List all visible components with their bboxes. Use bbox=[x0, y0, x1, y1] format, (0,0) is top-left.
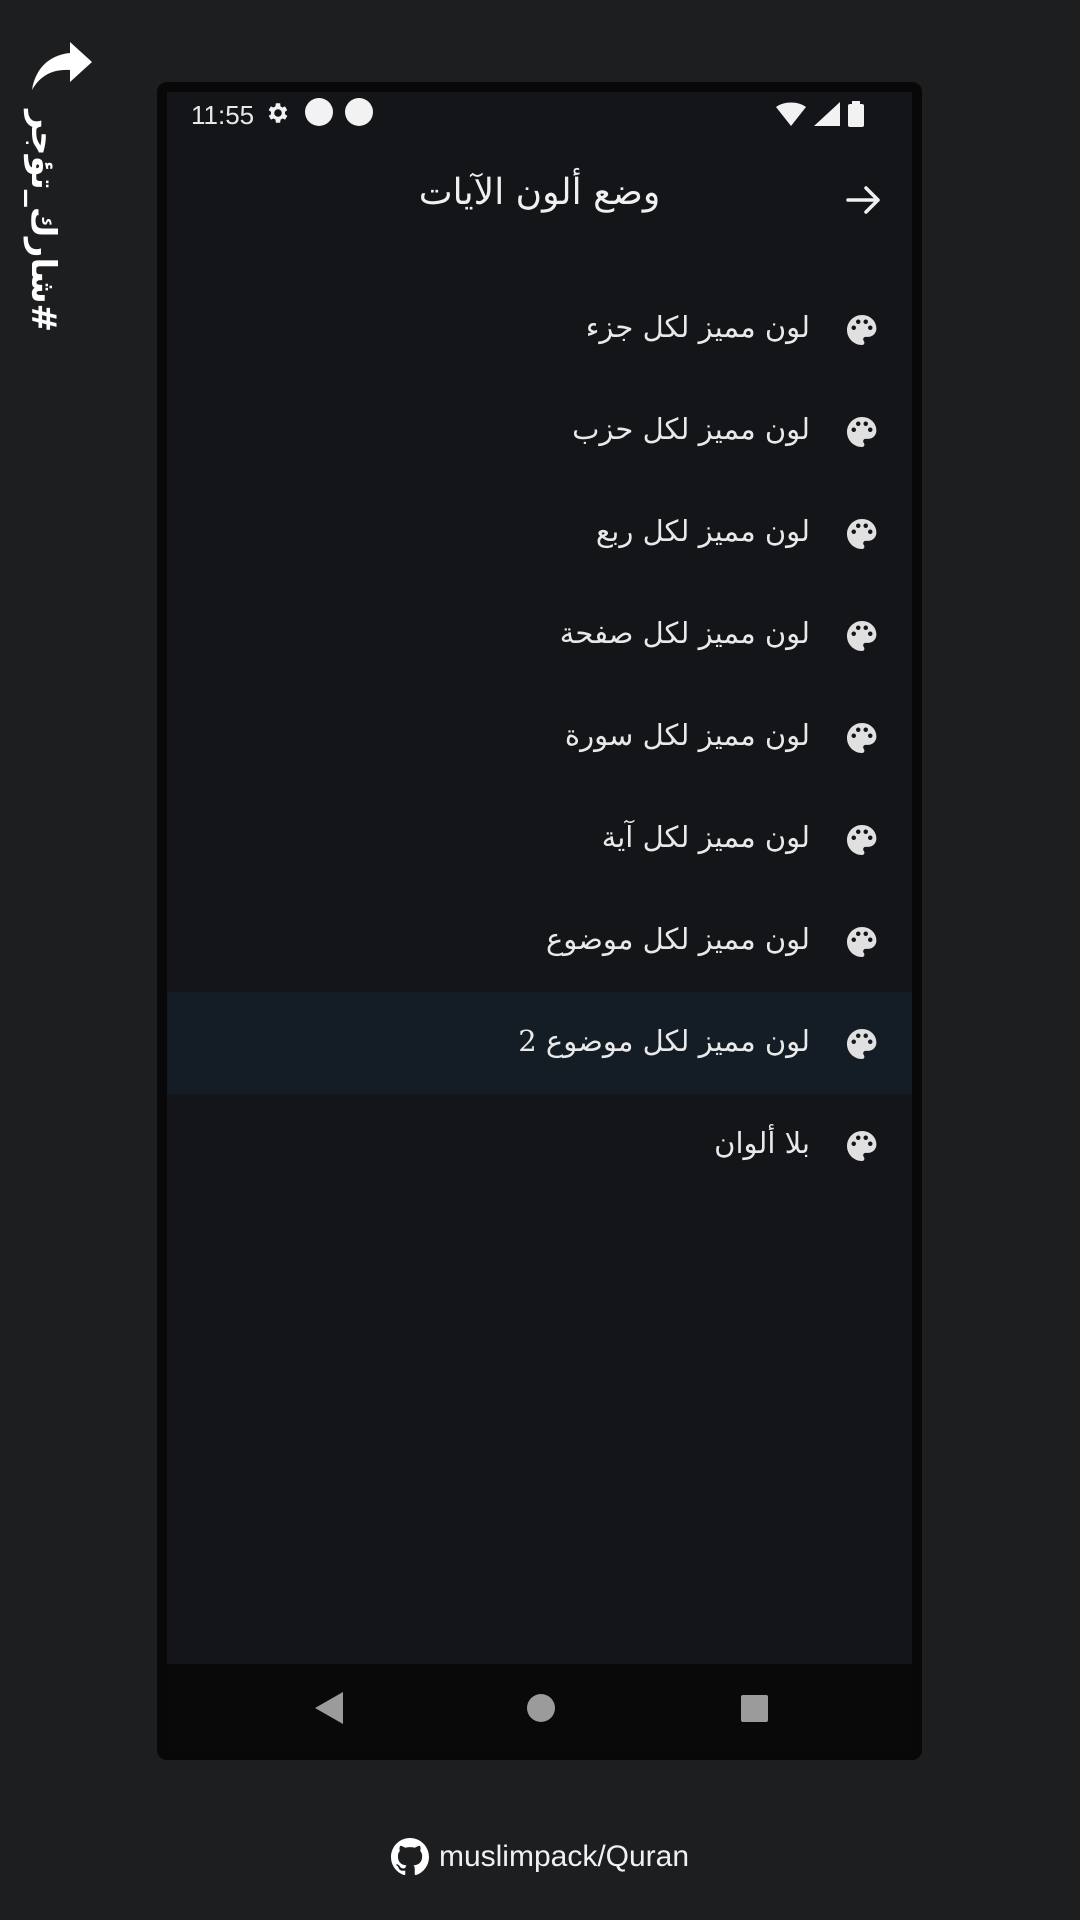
footer: muslimpack/Quran bbox=[0, 1835, 1080, 1879]
list-item[interactable]: بلا ألوان bbox=[167, 1094, 912, 1196]
status-bar: 11:55 bbox=[167, 92, 912, 136]
list-item[interactable]: لون مميز لكل آية bbox=[167, 788, 912, 890]
system-nav-bar bbox=[167, 1664, 912, 1750]
share-arrow-icon[interactable] bbox=[30, 40, 94, 92]
palette-icon bbox=[847, 417, 877, 447]
list-item-label: لون مميز لكل صفحة bbox=[559, 616, 810, 650]
nav-home-icon[interactable] bbox=[527, 1694, 555, 1722]
battery-icon bbox=[848, 101, 864, 127]
app-bar: وضع ألون الآيات bbox=[167, 152, 912, 248]
github-icon bbox=[390, 1838, 429, 1876]
wifi-icon bbox=[776, 102, 806, 126]
palette-icon bbox=[847, 621, 877, 651]
palette-icon bbox=[847, 723, 877, 753]
nav-recent-apps-icon[interactable] bbox=[741, 1695, 768, 1722]
palette-icon bbox=[847, 1131, 877, 1161]
palette-icon bbox=[847, 519, 877, 549]
notification-dot-icon bbox=[305, 98, 333, 126]
list-item[interactable]: لون مميز لكل صفحة bbox=[167, 584, 912, 686]
page-title: وضع ألون الآيات bbox=[418, 172, 661, 213]
list-item-label: بلا ألوان bbox=[714, 1126, 810, 1160]
arrow-right-icon[interactable] bbox=[844, 180, 884, 220]
notification-dot-icon bbox=[345, 98, 373, 126]
list-item[interactable]: لون مميز لكل حزب bbox=[167, 380, 912, 482]
list-item-label: لون مميز لكل جزء bbox=[585, 310, 810, 344]
share-hashtag: #شارك_تؤجر bbox=[23, 110, 63, 333]
list-item[interactable]: لون مميز لكل سورة bbox=[167, 686, 912, 788]
list-item-label: لون مميز لكل موضوع 2 bbox=[518, 1024, 810, 1058]
settings-status-icon bbox=[268, 103, 288, 123]
status-right-icons bbox=[776, 100, 864, 128]
palette-icon bbox=[847, 1029, 877, 1059]
palette-icon bbox=[847, 825, 877, 855]
app-screen: 11:55 وضع ألون الآيات لون مميز لكل جزء لو… bbox=[167, 92, 912, 1672]
list-item[interactable]: لون مميز لكل جزء bbox=[167, 278, 912, 380]
phone-frame: 11:55 وضع ألون الآيات لون مميز لكل جزء لو… bbox=[157, 82, 922, 1760]
list-item-label: لون مميز لكل سورة bbox=[564, 718, 810, 752]
palette-icon bbox=[847, 315, 877, 345]
list-item[interactable]: لون مميز لكل موضوع 2 bbox=[167, 992, 912, 1094]
list-item[interactable]: لون مميز لكل موضوع bbox=[167, 890, 912, 992]
list-item-label: لون مميز لكل ربع bbox=[595, 514, 810, 548]
list-item-label: لون مميز لكل حزب bbox=[572, 412, 810, 446]
color-mode-list: لون مميز لكل جزء لون مميز لكل حزب لون مميز… bbox=[167, 278, 912, 1196]
list-item-label: لون مميز لكل آية bbox=[601, 820, 810, 854]
status-clock: 11:55 bbox=[191, 100, 255, 130]
palette-icon bbox=[847, 927, 877, 957]
list-item-label: لون مميز لكل موضوع bbox=[545, 922, 810, 956]
signal-icon bbox=[814, 102, 840, 126]
repo-link[interactable]: muslimpack/Quran bbox=[439, 1840, 689, 1874]
list-item[interactable]: لون مميز لكل ربع bbox=[167, 482, 912, 584]
nav-back-icon[interactable] bbox=[315, 1692, 343, 1724]
